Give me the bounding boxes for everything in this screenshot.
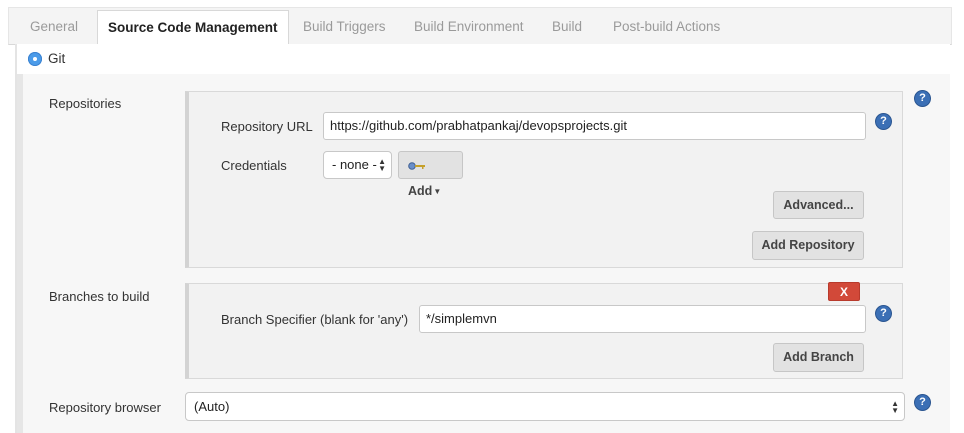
select-arrows-icon: ▲ ▼	[891, 398, 899, 415]
tab-bar: General Source Code Management Build Tri…	[8, 7, 952, 46]
repository-browser-select[interactable]: (Auto) ▲ ▼	[185, 392, 905, 421]
credentials-label: Credentials	[221, 158, 287, 173]
tab-build[interactable]: Build	[552, 8, 582, 44]
branches-to-build-label: Branches to build	[49, 289, 150, 304]
tab-general[interactable]: General	[30, 8, 78, 44]
branch-specifier-input[interactable]: */simplemvn	[419, 305, 866, 333]
add-repository-button[interactable]: Add Repository	[752, 231, 864, 260]
key-icon	[408, 161, 425, 170]
repository-url-label: Repository URL	[221, 119, 313, 134]
credentials-select-value: - none -	[332, 157, 377, 172]
add-credentials-label: Add	[408, 184, 433, 198]
git-option-label[interactable]: Git	[48, 51, 65, 66]
repositories-label: Repositories	[49, 96, 122, 111]
git-radio-button[interactable]	[28, 52, 42, 66]
repositories-help-icon[interactable]: ?	[915, 91, 930, 106]
repository-browser-value: (Auto)	[194, 399, 230, 414]
tab-build-triggers[interactable]: Build Triggers	[303, 8, 386, 44]
repository-url-help-icon[interactable]: ?	[876, 114, 891, 129]
add-credentials-button[interactable]: Add▼	[398, 151, 463, 198]
git-option-row	[17, 44, 950, 74]
credentials-select[interactable]: - none - ▲ ▼	[323, 151, 392, 179]
branch-specifier-help-icon[interactable]: ?	[876, 306, 891, 321]
select-arrows-icon: ▲ ▼	[378, 157, 386, 173]
repository-browser-label: Repository browser	[49, 400, 161, 415]
repository-url-input[interactable]: https://github.com/prabhatpankaj/devopsp…	[323, 112, 866, 140]
advanced-button[interactable]: Advanced...	[773, 191, 864, 219]
tab-build-environment[interactable]: Build Environment	[414, 8, 524, 44]
dropdown-arrow-icon: ▼	[433, 186, 442, 196]
tab-source-code-management[interactable]: Source Code Management	[97, 10, 289, 46]
tab-post-build-actions[interactable]: Post-build Actions	[613, 8, 720, 44]
repository-browser-help-icon[interactable]: ?	[915, 395, 930, 410]
delete-branch-button[interactable]: X	[828, 282, 860, 301]
add-branch-button[interactable]: Add Branch	[773, 343, 864, 372]
branch-specifier-label: Branch Specifier (blank for 'any')	[221, 312, 409, 327]
